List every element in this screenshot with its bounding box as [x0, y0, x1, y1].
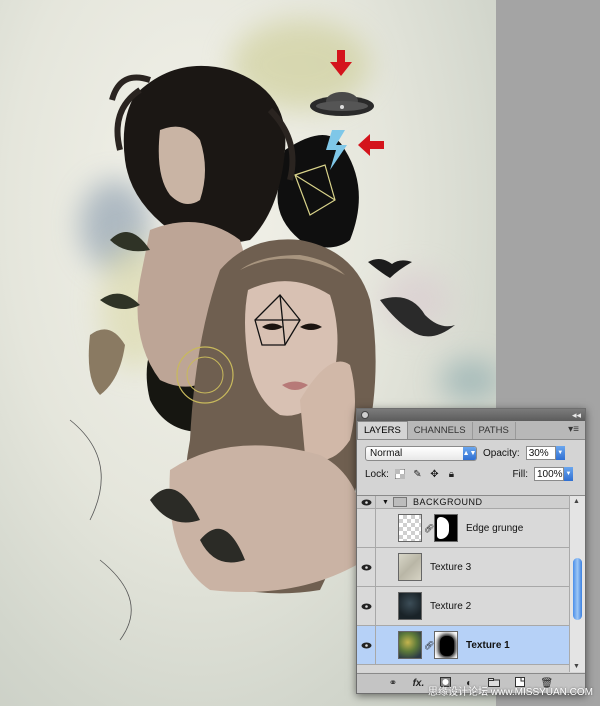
blend-mode-select[interactable]: Normal ▲▼ [365, 445, 477, 461]
tab-layers[interactable]: LAYERS [357, 421, 408, 439]
tab-channels[interactable]: CHANNELS [408, 422, 473, 439]
lock-all-icon[interactable]: 🔒︎ [446, 469, 457, 480]
blend-mode-value: Normal [370, 447, 403, 459]
left-arrow-icon [358, 134, 384, 156]
tab-paths[interactable]: PATHS [473, 422, 516, 439]
chain-link-icon[interactable]: 🔗︎ [424, 524, 434, 533]
lock-transparency-icon[interactable] [395, 469, 406, 480]
eye-icon-empty[interactable] [357, 509, 376, 547]
link-icon[interactable]: ⚭ [389, 678, 397, 689]
rider-figure [88, 329, 125, 395]
eye-icon[interactable] [357, 587, 376, 625]
fill-dropdown-icon[interactable]: ▼ [564, 467, 573, 481]
lock-move-icon[interactable]: ✥ [429, 469, 440, 480]
layer-texture-3[interactable]: Texture 3 [357, 548, 569, 587]
eye-icon[interactable] [357, 626, 376, 664]
panel-titlebar[interactable]: ◂◂ [357, 409, 585, 421]
layer-mask-thumbnail[interactable] [434, 631, 458, 659]
ufo-illustration [310, 92, 374, 116]
eagle-bird [368, 258, 412, 278]
fx-icon[interactable]: fx. [413, 678, 425, 689]
layer-thumbnail [398, 592, 422, 620]
layer-name: Texture 2 [430, 600, 472, 612]
disclosure-triangle-icon[interactable]: ▼ [382, 499, 389, 506]
group-name: BACKGROUND [412, 497, 483, 507]
close-icon[interactable] [361, 411, 369, 419]
flying-bird [380, 297, 455, 337]
blend-row: Normal ▲▼ Opacity: 30% ▼ [357, 442, 585, 464]
opacity-dropdown-icon[interactable]: ▼ [555, 446, 565, 460]
layers-panel: ◂◂ LAYERS CHANNELS PATHS ▾≡ Normal ▲▼ Op… [356, 408, 586, 694]
scroll-thumb[interactable] [573, 558, 582, 620]
lock-label: Lock: [365, 468, 389, 480]
lock-paint-brush-icon[interactable]: ✎ [412, 469, 423, 480]
chevron-updown-icon: ▲▼ [463, 446, 476, 460]
fill-input[interactable]: 100% [534, 467, 564, 481]
layer-thumbnail [398, 553, 422, 581]
layer-mask-thumbnail[interactable] [434, 514, 458, 542]
layer-edge-grunge[interactable]: 🔗︎ Edge grunge [357, 509, 569, 548]
layer-name: Texture 3 [430, 561, 472, 573]
lock-row: Lock: ✎ ✥ 🔒︎ Fill: 100% ▼ [357, 464, 585, 484]
folder-icon [392, 497, 407, 507]
panel-menu-icon[interactable]: ▾≡ [568, 424, 579, 435]
layer-thumbnail [398, 514, 422, 542]
layer-name: Texture 1 [466, 639, 510, 651]
layer-thumbnail [398, 631, 422, 659]
layer-texture-2[interactable]: Texture 2 [357, 587, 569, 626]
layer-group-background[interactable]: ▼ BACKGROUND [357, 496, 569, 509]
watermark: 思缘设计论坛 www.MISSYUAN.COM [428, 687, 594, 698]
panel-tabs: LAYERS CHANNELS PATHS ▾≡ [357, 421, 585, 440]
layer-name: Edge grunge [466, 522, 524, 534]
scroll-down-icon[interactable]: ▼ [573, 663, 580, 670]
eye-icon[interactable] [357, 548, 376, 586]
woman-1-hair [123, 65, 286, 244]
scroll-up-icon[interactable]: ▲ [573, 498, 580, 505]
opacity-input[interactable]: 30% [525, 446, 556, 460]
chain-link-icon[interactable]: 🔗︎ [424, 641, 434, 650]
eye-icon[interactable] [357, 496, 376, 508]
opacity-label: Opacity: [483, 447, 520, 459]
collapse-icon[interactable]: ◂◂ [572, 409, 581, 421]
layers-scrollbar[interactable]: ▲ ▼ [569, 495, 585, 672]
layers-list: ▼ BACKGROUND 🔗︎ Edge grunge Texture 3 Te… [357, 495, 569, 672]
down-arrow-icon [330, 50, 352, 76]
layer-texture-1[interactable]: 🔗︎ Texture 1 [357, 626, 569, 665]
fill-label: Fill: [512, 468, 528, 480]
